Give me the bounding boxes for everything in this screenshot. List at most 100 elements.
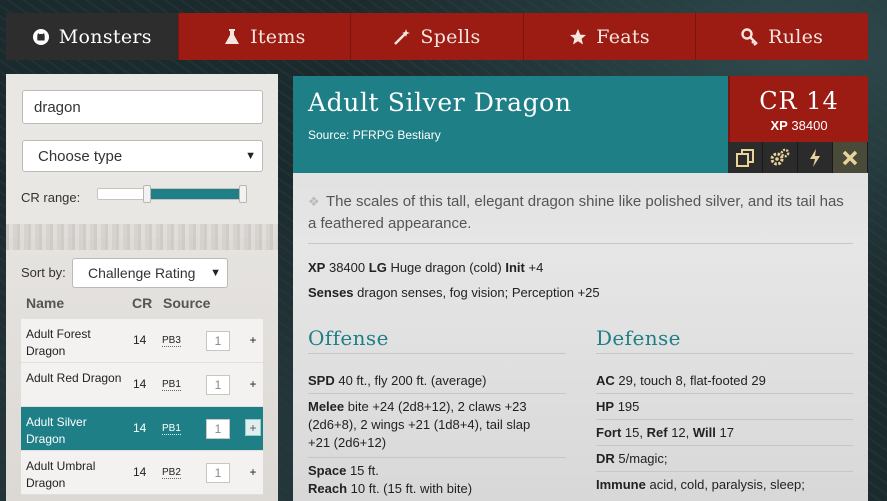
stat-label: Melee: [308, 399, 345, 414]
stat-value: 29, touch 8, flat-footed 29: [618, 373, 766, 388]
cr-slider-fill: [146, 189, 243, 199]
cr-slider-handle-max[interactable]: [238, 185, 247, 203]
monster-cr: 14: [133, 421, 147, 435]
stat-space: Space 15 ft.: [308, 462, 379, 480]
column-name[interactable]: Name: [26, 295, 64, 311]
stat-line-1: XP 38400 LG Huge dragon (cold) Init +4: [308, 260, 543, 275]
stat-value: dragon senses, fog vision; Perception +2…: [357, 285, 600, 300]
cr-range-label: CR range:: [21, 190, 81, 205]
cr-value: CR 14: [759, 87, 839, 115]
nav-feats[interactable]: Feats: [523, 13, 697, 60]
stat-label: Senses: [308, 285, 354, 300]
wand-icon: [393, 28, 411, 46]
nav-label: Items: [250, 25, 306, 48]
cr-slider-handle-min[interactable]: [142, 185, 151, 203]
defense-title: Defense: [596, 326, 681, 350]
xp-line: XP 38400: [730, 118, 868, 133]
monster-cr: 14: [133, 377, 147, 391]
nav-spells[interactable]: Spells: [351, 13, 524, 60]
settings-button[interactable]: [763, 142, 798, 173]
monster-list: Adult Forest Dragon 14 PB3 1 + Adult Red…: [21, 319, 263, 495]
quantity-input[interactable]: 1: [206, 463, 230, 483]
monster-source[interactable]: PB1: [162, 379, 181, 391]
nav-label: Monsters: [58, 25, 152, 48]
action-button[interactable]: [798, 142, 833, 173]
add-button[interactable]: +: [245, 419, 261, 436]
monster-name: Adult Umbral Dragon: [26, 459, 96, 490]
stat-label: HP: [596, 399, 615, 414]
monster-name: Adult Forest Dragon: [26, 327, 91, 358]
add-button[interactable]: +: [245, 375, 261, 392]
cr-range-slider[interactable]: [97, 185, 247, 203]
stat-value: (2d6+8), 2 wings +21 (1d8+4), tail slap: [308, 417, 531, 432]
nav-label: Rules: [768, 25, 824, 48]
add-button[interactable]: +: [245, 463, 261, 480]
list-item-selected[interactable]: Adult Silver Dragon 14 PB1 1 +: [21, 407, 263, 451]
column-source[interactable]: Source: [163, 295, 210, 311]
stat-label: DR: [596, 451, 615, 466]
star-icon: [569, 28, 587, 46]
divider: [308, 393, 566, 394]
nav-rules[interactable]: Rules: [696, 13, 868, 60]
close-icon: [842, 150, 858, 165]
quantity-input[interactable]: 1: [206, 375, 230, 395]
quantity-input[interactable]: 1: [206, 331, 230, 351]
monster-detail: Adult Silver Dragon Source: PFRPG Bestia…: [293, 76, 868, 501]
sidebar: Choose type ▼ CR range: Sort by: Challen…: [6, 74, 278, 501]
monster-source[interactable]: PB1: [162, 423, 181, 435]
flask-icon: [223, 28, 241, 46]
divider: [596, 445, 853, 446]
main-nav: Monsters Items Spells Feats Rules: [6, 13, 868, 60]
list-item[interactable]: Adult Umbral Dragon 14 PB2 1 +: [21, 451, 263, 495]
list-header: Name CR Source: [6, 295, 278, 315]
quantity-input[interactable]: 1: [206, 419, 230, 439]
copy-button[interactable]: [728, 142, 763, 173]
add-button[interactable]: +: [245, 331, 261, 348]
stat-spd: SPD 40 ft., fly 200 ft. (average): [308, 372, 487, 390]
divider: [596, 419, 853, 420]
stat-label: Will: [692, 425, 716, 440]
stat-value: 195: [617, 399, 640, 414]
monster-source-text: Source: PFRPG Bestiary: [308, 128, 441, 142]
divider: [308, 353, 566, 354]
tool-bar: [728, 142, 868, 173]
stat-value: 10 ft. (15 ft. with bite): [350, 481, 473, 496]
monster-source[interactable]: PB3: [162, 335, 181, 347]
close-button[interactable]: [833, 142, 868, 173]
monster-source[interactable]: PB2: [162, 467, 181, 479]
offense-title: Offense: [308, 326, 389, 350]
monster-name: Adult Silver Dragon: [26, 415, 87, 446]
stat-value: 15 ft.: [349, 463, 379, 478]
stat-value: +21 (2d6+12): [308, 435, 387, 450]
stat-dr: DR 5/magic;: [596, 450, 668, 468]
nav-label: Feats: [596, 25, 650, 48]
stat-value: 40 ft., fly 200 ft. (average): [338, 373, 487, 388]
stat-value: 5/magic;: [618, 451, 668, 466]
stat-label: SPD: [308, 373, 335, 388]
nav-label: Spells: [420, 25, 481, 48]
stat-immune: Immune acid, cold, paralysis, sleep;: [596, 476, 805, 494]
bolt-icon: [810, 148, 820, 167]
key-icon: [741, 27, 759, 46]
stat-value: 12,: [671, 425, 690, 440]
monster-cr: 14: [133, 333, 147, 347]
gears-icon: [770, 148, 790, 165]
stat-melee: Melee bite +24 (2d8+12), 2 claws +23 (2d…: [308, 398, 566, 452]
nav-monsters[interactable]: Monsters: [6, 13, 179, 60]
list-item[interactable]: Adult Forest Dragon 14 PB3 1 +: [21, 319, 263, 363]
stat-label: Init: [505, 260, 525, 275]
nav-items[interactable]: Items: [178, 13, 352, 60]
diamond-icon: ❖: [308, 194, 320, 209]
stat-value: acid, cold, paralysis, sleep;: [649, 477, 805, 492]
list-item[interactable]: Adult Red Dragon 14 PB1 1 +: [21, 363, 263, 407]
divider: [596, 471, 853, 472]
sort-select[interactable]: Challenge Rating ▼: [72, 258, 228, 288]
type-select[interactable]: Choose type ▼: [22, 140, 263, 172]
search-input[interactable]: [22, 90, 263, 124]
stat-ac: AC 29, touch 8, flat-footed 29: [596, 372, 766, 390]
monster-description: ❖ The scales of this tall, elegant dragon…: [308, 191, 853, 235]
divider: [596, 353, 853, 354]
stat-hp: HP 195: [596, 398, 639, 416]
column-cr[interactable]: CR: [132, 295, 152, 311]
github-icon: [32, 28, 50, 46]
